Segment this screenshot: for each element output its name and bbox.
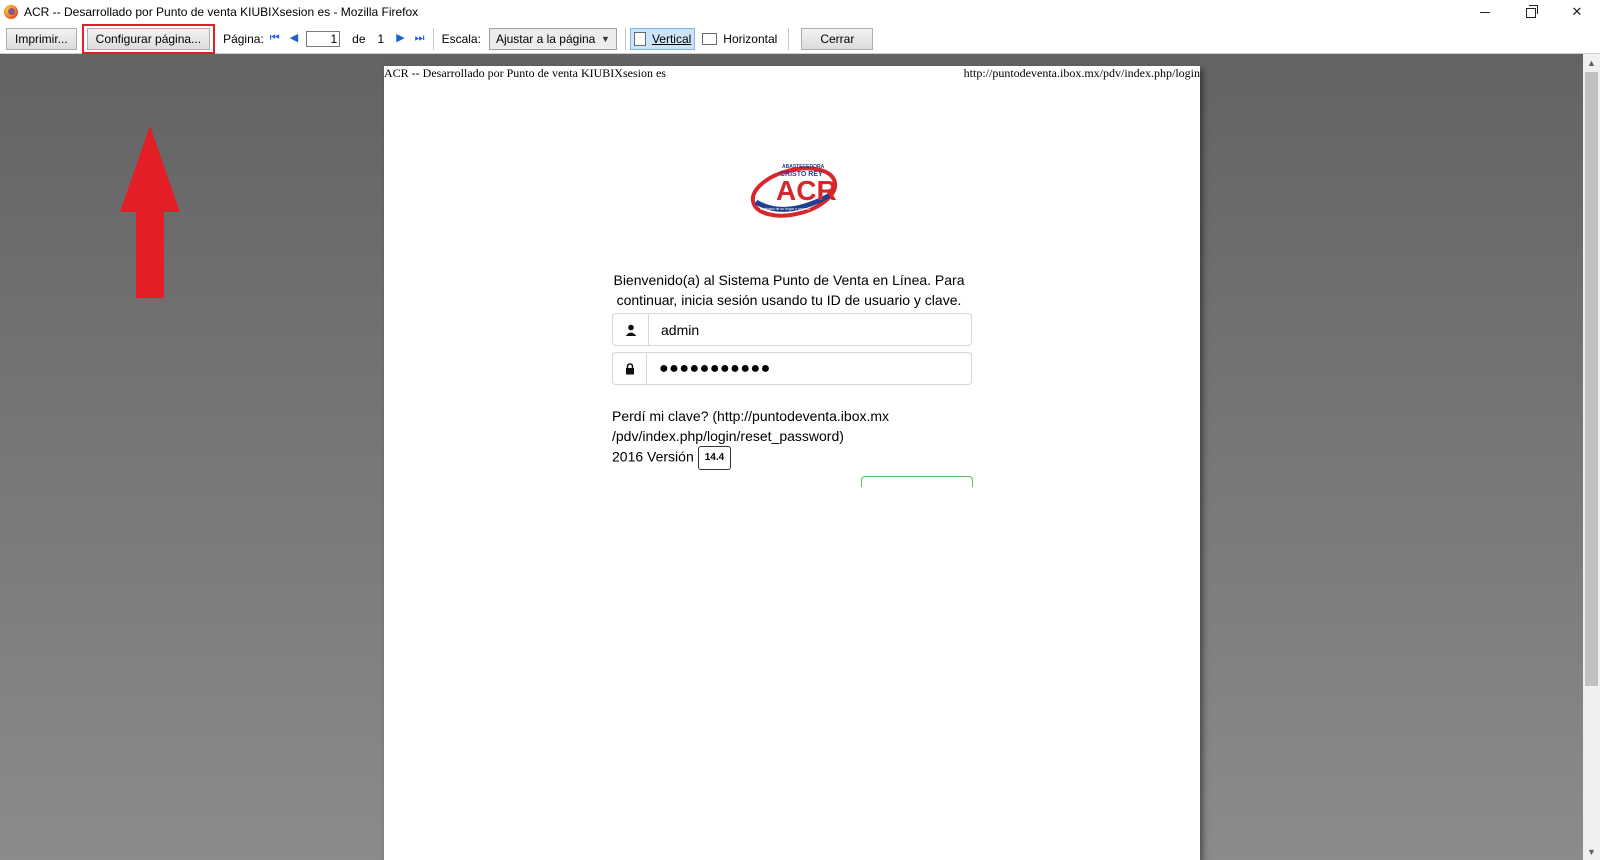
annotation-arrow-icon	[120, 126, 180, 298]
preview-page: ACR -- Desarrollado por Punto de venta K…	[384, 66, 1200, 860]
username-field[interactable]: admin	[612, 313, 972, 346]
toolbar-separator	[432, 27, 434, 50]
close-window-button[interactable]: ✕	[1554, 0, 1600, 24]
page-total: 1	[377, 31, 385, 46]
password-value: ●●●●●●●●●●●	[659, 359, 771, 377]
window-controls: ✕	[1462, 0, 1600, 24]
scroll-thumb[interactable]	[1585, 72, 1598, 686]
toolbar-separator	[788, 27, 790, 50]
print-button[interactable]: Imprimir...	[6, 27, 77, 50]
minimize-button[interactable]	[1462, 0, 1508, 24]
acr-logo: ACR ABASTECEDORA CRISTO REY El abasto de…	[750, 164, 838, 218]
highlight-box: Configurar página...	[81, 23, 216, 54]
restore-button[interactable]	[1508, 0, 1554, 24]
minimize-icon	[1480, 11, 1490, 13]
close-preview-button[interactable]: Cerrar	[801, 27, 874, 50]
toolbar-separator	[624, 27, 626, 50]
page-label: Página:	[223, 31, 264, 46]
scale-label: Escala:	[441, 31, 481, 46]
version-badge: 14.4	[697, 446, 732, 470]
previous-page-icon[interactable]: ◀	[290, 33, 298, 44]
password-addon	[613, 353, 647, 384]
username-addon	[613, 314, 649, 345]
portrait-label: Vertical	[651, 31, 692, 46]
username-value: admin	[661, 321, 700, 338]
login-button	[861, 476, 973, 487]
logo-letters: ACR	[776, 175, 837, 206]
logo-tagline: El abasto de su hogar y negocio	[760, 207, 810, 211]
page-header-title: ACR -- Desarrollado por Punto de venta K…	[384, 66, 666, 80]
vertical-scrollbar[interactable]: ▲ ▼	[1583, 54, 1600, 860]
close-icon: ✕	[1571, 4, 1583, 19]
scroll-up-icon[interactable]: ▲	[1583, 54, 1600, 71]
portrait-page-icon	[633, 31, 646, 46]
page-number-input[interactable]	[306, 30, 341, 47]
logo-top-text: ABASTECEDORA	[782, 164, 825, 170]
forgot-password-link-line2[interactable]: /pdv/index.php/login/reset_password)	[612, 426, 972, 446]
page-setup-button[interactable]: Configurar página...	[86, 27, 211, 50]
restore-icon	[1526, 5, 1538, 18]
version-line: 2016 Versión 14.4	[612, 446, 972, 470]
forgot-password-block: Perdí mi clave? (http://puntodeventa.ibo…	[612, 406, 972, 470]
welcome-message: Bienvenido(a) al Sistema Punto de Venta …	[613, 272, 965, 308]
logo-name: CRISTO REY	[780, 171, 823, 178]
last-page-icon[interactable]: ⏭	[415, 33, 425, 44]
first-page-icon[interactable]: ⏮	[270, 33, 280, 44]
next-page-icon[interactable]: ▶	[396, 33, 404, 44]
page-header-url: http://puntodeventa.ibox.mx/pdv/index.ph…	[963, 66, 1200, 80]
landscape-label: Horizontal	[723, 31, 778, 46]
forgot-password-link-line1[interactable]: Perdí mi clave? (http://puntodeventa.ibo…	[612, 406, 972, 426]
landscape-page-icon	[702, 32, 718, 45]
version-prefix: 2016 Versión	[612, 448, 694, 465]
window-title: ACR -- Desarrollado por Punto de venta K…	[24, 5, 419, 19]
landscape-toggle[interactable]: Horizontal	[699, 28, 780, 50]
of-label: de	[352, 31, 366, 46]
print-preview-toolbar: Imprimir... Configurar página... Página:…	[0, 23, 1600, 54]
scale-select[interactable]: Ajustar a la página ▼	[488, 27, 617, 50]
user-icon	[625, 324, 636, 336]
portrait-toggle[interactable]: Vertical	[629, 27, 696, 50]
scale-value: Ajustar a la página	[495, 31, 596, 46]
scroll-down-icon[interactable]: ▼	[1583, 843, 1600, 860]
lock-icon	[625, 362, 634, 374]
firefox-icon	[4, 5, 18, 19]
preview-area[interactable]: ACR -- Desarrollado por Punto de venta K…	[0, 54, 1583, 860]
window-titlebar: ACR -- Desarrollado por Punto de venta K…	[0, 0, 1600, 24]
chevron-down-icon: ▼	[601, 33, 610, 44]
password-field[interactable]: ●●●●●●●●●●●	[612, 352, 972, 385]
